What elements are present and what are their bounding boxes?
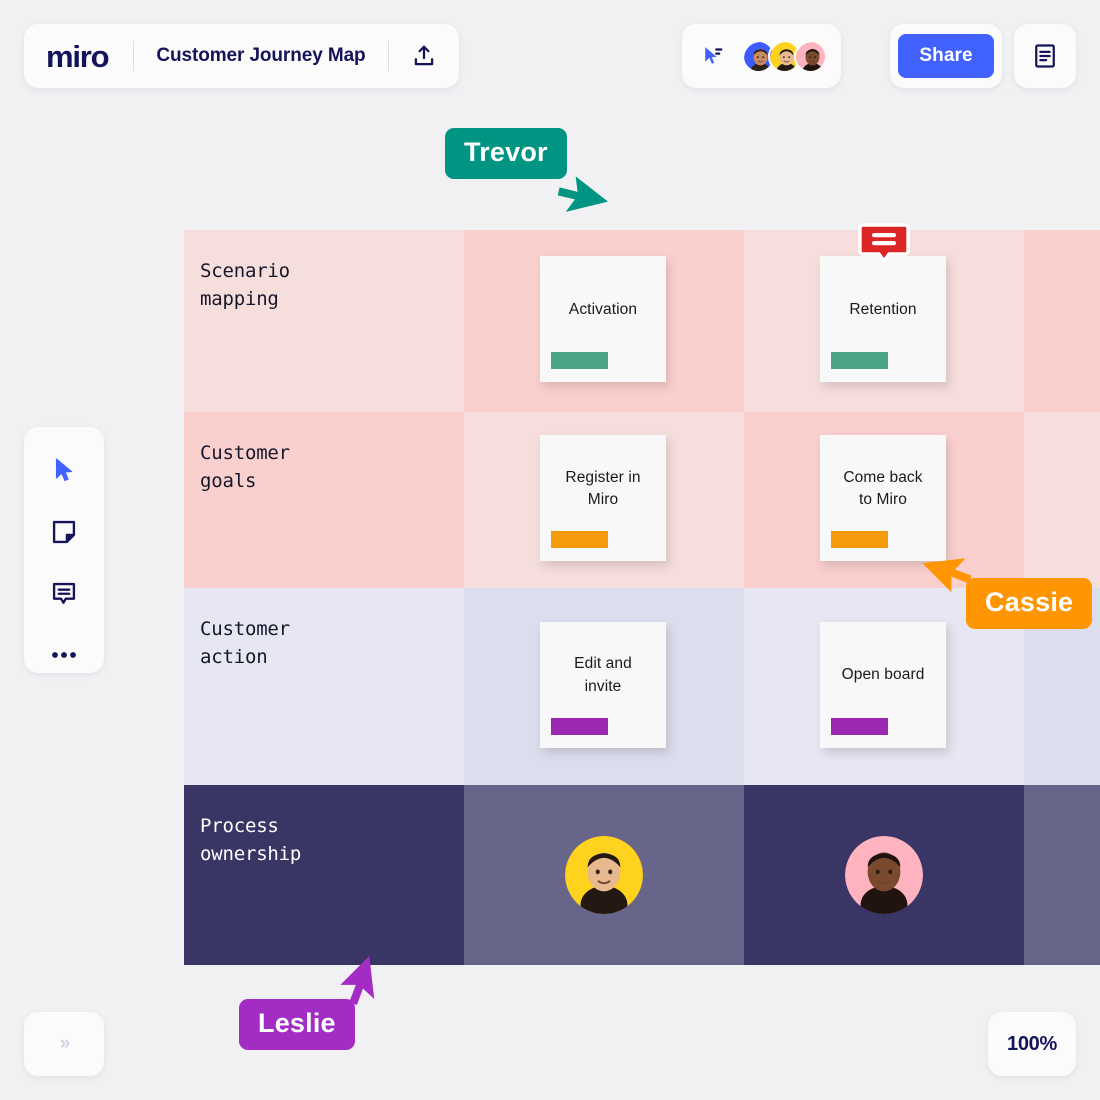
- grid-cell[interactable]: [1024, 230, 1100, 412]
- sticky-note-text: Come back to Miro: [843, 468, 923, 508]
- sticky-note-tag: [831, 531, 888, 548]
- sticky-note[interactable]: Open board: [820, 621, 946, 748]
- left-toolbar: [24, 427, 104, 673]
- sticky-note-text: Register in Miro: [565, 468, 641, 508]
- comment-icon[interactable]: [44, 576, 84, 612]
- owner-avatar-1[interactable]: [565, 836, 643, 914]
- header-divider-1: [133, 41, 135, 71]
- document-icon[interactable]: [1031, 42, 1059, 70]
- header-divider-2: [387, 41, 389, 71]
- row-header-label: Customer goals: [184, 412, 464, 588]
- owner-avatar-2[interactable]: [845, 836, 923, 914]
- sticky-note-tag: [831, 717, 888, 735]
- sticky-note-tag: [551, 352, 608, 369]
- cursor-name-label: Trevor: [445, 128, 567, 179]
- miro-board-app: Scenario mapping Activation Retention Custo…: [0, 0, 1100, 1100]
- sticky-note-tag: [831, 352, 888, 369]
- sticky-note[interactable]: Register in Miro: [540, 435, 666, 561]
- collaborators-panel: [682, 24, 841, 88]
- sticky-note-text: Open board: [841, 666, 925, 684]
- board-notes-panel: [1014, 24, 1076, 88]
- sticky-note-text: Edit and invite: [574, 655, 632, 695]
- avatar-3[interactable]: [794, 39, 827, 73]
- upload-icon[interactable]: [411, 43, 437, 69]
- miro-logo[interactable]: miro: [46, 41, 111, 72]
- sticky-note-tag: [551, 531, 608, 548]
- double-chevron-right-icon: »: [59, 1033, 70, 1054]
- cursor-name-label: Cassie: [966, 578, 1093, 629]
- row-header-label: Customer action: [184, 588, 464, 785]
- cursor-follow-icon[interactable]: [700, 44, 725, 69]
- share-button[interactable]: Share: [898, 34, 994, 78]
- comment-badge[interactable]: [858, 222, 910, 264]
- sticky-note[interactable]: Come back to Miro: [820, 435, 946, 561]
- page-title[interactable]: Customer Journey Map: [156, 45, 365, 67]
- zoom-control[interactable]: 100%: [988, 1012, 1076, 1076]
- sticky-note-text: Activation: [568, 300, 638, 318]
- cursor-icon[interactable]: [44, 453, 84, 489]
- zoom-level-label: 100%: [1007, 1032, 1057, 1055]
- grid-cell[interactable]: [1024, 785, 1100, 965]
- share-panel: Share: [890, 24, 1002, 88]
- collaborator-avatars[interactable]: [742, 39, 827, 73]
- sticky-note-tag: [551, 717, 608, 735]
- grid-cell[interactable]: [1024, 412, 1100, 588]
- sticky-note-text: Retention: [849, 300, 917, 318]
- row-header-label: Scenario mapping: [184, 230, 464, 412]
- expand-panel-button[interactable]: »: [24, 1012, 104, 1076]
- board-header-bar: miro Customer Journey Map: [24, 24, 459, 88]
- sticky-note-icon[interactable]: [44, 514, 84, 550]
- ellipsis-icon[interactable]: [44, 637, 84, 673]
- sticky-note[interactable]: Retention: [820, 256, 946, 382]
- sticky-note[interactable]: Edit and invite: [540, 621, 666, 748]
- row-header-label: Process ownership: [184, 785, 464, 965]
- sticky-note[interactable]: Activation: [540, 256, 666, 382]
